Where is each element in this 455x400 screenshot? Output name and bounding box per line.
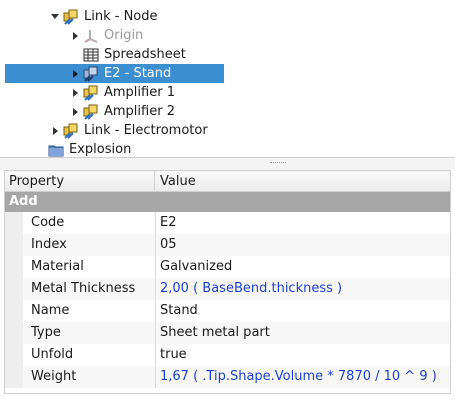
tree-item-label: Amplifier 1: [104, 85, 175, 100]
property-value-expression[interactable]: 2,00 ( BaseBend.thickness ): [160, 278, 342, 300]
column-header-property[interactable]: Property: [5, 171, 155, 192]
folder-icon: [47, 141, 65, 159]
property-value[interactable]: Sheet metal part: [160, 322, 270, 344]
property-name: Code: [31, 215, 65, 230]
property-name: Index: [31, 237, 67, 252]
tree-item-amplifier-1[interactable]: Amplifier 1: [68, 83, 175, 102]
column-header-value[interactable]: Value: [156, 171, 196, 192]
property-value[interactable]: Galvanized: [160, 256, 232, 278]
property-name: Unfold: [31, 347, 74, 362]
property-table: Property Value Add Code E2 Index 05 Mate…: [4, 170, 451, 394]
tree-item-spreadsheet[interactable]: Spreadsheet: [82, 45, 186, 64]
property-row-type[interactable]: Type Sheet metal part: [5, 322, 450, 344]
tree-item-label: Link - Electromotor: [84, 123, 208, 138]
tree-item-label: Origin: [104, 28, 144, 43]
chevron-right-icon[interactable]: [68, 26, 82, 45]
link-icon: [82, 84, 100, 102]
property-name: Material: [31, 259, 84, 274]
panel-splitter[interactable]: [0, 157, 455, 170]
tree-item-label: Link - Node: [84, 9, 158, 24]
property-name: Type: [31, 325, 61, 340]
property-name: Metal Thickness: [31, 281, 136, 296]
property-table-header: Property Value: [5, 171, 450, 192]
property-value[interactable]: 05: [160, 234, 177, 256]
tree-item-link-node[interactable]: Link - Node: [48, 7, 158, 26]
tree-item-label: Spreadsheet: [104, 47, 186, 62]
chevron-down-icon[interactable]: [48, 7, 62, 26]
chevron-right-icon[interactable]: [68, 83, 82, 102]
property-row-weight[interactable]: Weight 1,67 ( .Tip.Shape.Volume * 7870 /…: [5, 366, 450, 388]
link-icon: [62, 122, 80, 140]
tree-item-origin[interactable]: Origin: [68, 26, 143, 45]
tree-item-e2-stand[interactable]: E2 - Stand: [5, 64, 224, 83]
property-row-code[interactable]: Code E2: [5, 212, 450, 234]
property-value[interactable]: true: [160, 344, 187, 366]
property-value-expression[interactable]: 1,67 ( .Tip.Shape.Volume * 7870 / 10 ^ 9…: [160, 366, 437, 388]
property-row-material[interactable]: Material Galvanized: [5, 256, 450, 278]
tree-item-label: Amplifier 2: [104, 104, 175, 119]
property-row-name[interactable]: Name Stand: [5, 300, 450, 322]
link-icon: [62, 8, 80, 26]
property-name: Weight: [31, 369, 77, 384]
link-icon: [82, 103, 100, 121]
property-row-index[interactable]: Index 05: [5, 234, 450, 256]
splitter-grip-icon[interactable]: [270, 162, 286, 164]
property-value[interactable]: Stand: [160, 300, 198, 322]
link-icon: [82, 65, 100, 83]
property-row-metal-thickness[interactable]: Metal Thickness 2,00 ( BaseBend.thicknes…: [5, 278, 450, 300]
spreadsheet-icon: [82, 46, 100, 64]
tree-item-amplifier-2[interactable]: Amplifier 2: [68, 102, 175, 121]
property-value[interactable]: E2: [160, 212, 177, 234]
property-row-unfold[interactable]: Unfold true: [5, 344, 450, 366]
chevron-right-icon[interactable]: [48, 121, 62, 140]
property-name: Name: [31, 303, 70, 318]
property-group-add[interactable]: Add: [5, 192, 450, 212]
tree-item-link-electromotor[interactable]: Link - Electromotor: [48, 121, 208, 140]
tree-item-label: E2 - Stand: [104, 66, 172, 81]
chevron-right-icon[interactable]: [68, 102, 82, 121]
model-tree: Link - Node Origin Spreadsheet E2 - Stan…: [0, 0, 455, 157]
chevron-right-icon[interactable]: [68, 64, 82, 83]
origin-icon: [82, 27, 100, 45]
